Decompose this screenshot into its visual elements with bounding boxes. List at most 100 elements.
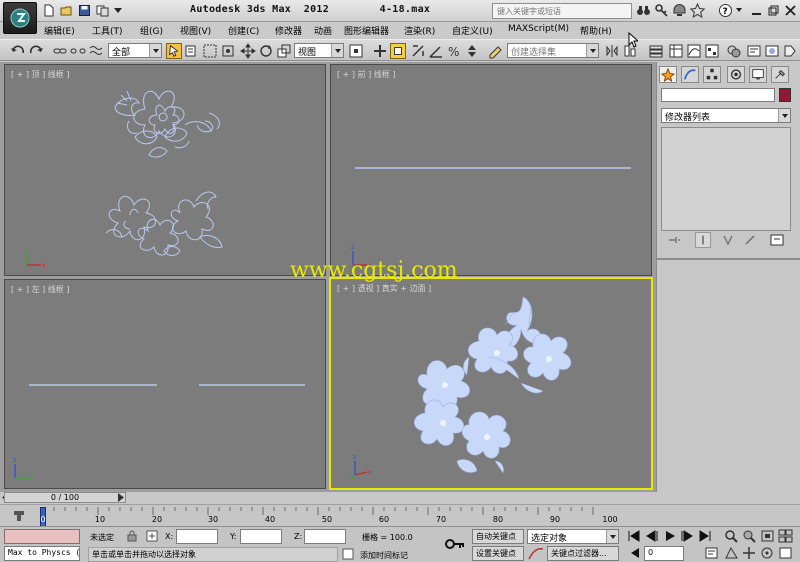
hierarchy-tab-icon[interactable] (703, 66, 721, 83)
object-color-swatch[interactable] (779, 88, 791, 102)
menu-create[interactable]: 创建(C) (228, 24, 259, 37)
go-to-end-icon[interactable] (698, 529, 713, 543)
menu-maxscript[interactable]: MAXScript(M) (508, 24, 569, 34)
pin-stack-icon[interactable] (667, 234, 681, 246)
save-icon[interactable] (78, 4, 91, 17)
layer-manager-icon[interactable] (648, 43, 664, 59)
viewport-top-label[interactable]: [ + ] 顶 ] 线框 ] (11, 69, 69, 80)
field-of-view-icon[interactable] (724, 546, 739, 560)
viewport-front-label[interactable]: [ + ] 前 ] 线框 ] (337, 69, 395, 80)
select-object-icon[interactable] (166, 43, 182, 59)
key-tangent-icon[interactable] (527, 546, 545, 561)
open-mini-curve-editor-icon[interactable] (12, 509, 26, 523)
absolute-mode-icon[interactable] (146, 530, 158, 542)
set-key-icon[interactable] (444, 535, 466, 553)
track-bar[interactable]: 0 10 20 30 40 50 60 70 80 90 100 (0, 504, 800, 527)
menu-customize[interactable]: 自定义(U) (452, 24, 493, 37)
scale-icon[interactable] (276, 43, 292, 59)
percent-snap-icon[interactable]: % (446, 43, 462, 59)
select-and-link-icon[interactable] (52, 43, 68, 59)
edit-named-selection-icon[interactable] (488, 43, 504, 59)
z-coordinate-field[interactable] (304, 529, 346, 544)
key-mode-dropdown[interactable]: 选定对象 (527, 529, 619, 544)
reference-coordinate-dropdown[interactable]: 视图 (294, 43, 344, 58)
flower-render-perspective[interactable] (391, 291, 591, 490)
help-dropdown-icon[interactable] (736, 8, 742, 13)
slider-right-arrow-icon[interactable] (116, 492, 126, 503)
selection-filter-dropdown[interactable]: 全部 (108, 43, 162, 58)
open-folder-icon[interactable] (60, 4, 73, 17)
object-name-field[interactable] (661, 88, 775, 102)
orbit-icon[interactable] (760, 546, 775, 560)
quick-access-dropdown-icon[interactable] (114, 8, 122, 14)
auto-key-button[interactable]: 自动关键点 (472, 529, 524, 544)
move-icon[interactable] (240, 43, 256, 59)
undo-icon[interactable] (10, 43, 26, 59)
menu-tools[interactable]: 工具(T) (92, 24, 123, 37)
y-coordinate-field[interactable] (240, 529, 282, 544)
viewport-left[interactable]: [ + ] 左 ] 线框 ] zy (4, 279, 326, 489)
menu-modifiers[interactable]: 修改器 (275, 24, 302, 37)
play-icon[interactable] (662, 529, 677, 543)
next-frame-icon[interactable] (680, 529, 695, 543)
flower-wireframe-top-b[interactable] (100, 187, 235, 267)
minimize-icon[interactable] (749, 3, 764, 18)
window-crossing-icon[interactable] (220, 43, 236, 59)
restore-icon[interactable] (766, 3, 781, 18)
go-to-start-icon[interactable] (626, 529, 641, 543)
named-selection-set-dropdown[interactable]: 创建选择集 (507, 43, 599, 58)
schematic-view-icon[interactable] (704, 43, 720, 59)
rendered-frame-window-icon[interactable] (764, 43, 780, 59)
configure-modifier-sets-icon[interactable] (769, 233, 785, 247)
key-icon[interactable] (654, 3, 669, 18)
zoom-icon[interactable] (724, 529, 739, 543)
maxscript-listener-mini[interactable] (4, 529, 80, 544)
add-time-tag-button[interactable]: 添加时间标记 (360, 550, 408, 561)
set-key-button[interactable]: 设置关键点 (472, 546, 524, 561)
pan-view-icon[interactable] (742, 546, 757, 560)
spinner-snap-icon[interactable] (464, 43, 480, 59)
maximize-viewport-icon[interactable] (778, 546, 793, 560)
x-coordinate-field[interactable] (176, 529, 218, 544)
flower-wireframe-top-a[interactable] (105, 77, 235, 167)
key-mode-toggle-icon[interactable] (626, 546, 641, 560)
make-unique-icon[interactable] (721, 234, 735, 246)
help-search-input[interactable]: 键入关键字或短语 (492, 3, 632, 19)
redo-icon[interactable] (28, 43, 44, 59)
create-tab-icon[interactable] (659, 66, 677, 83)
menu-graph-editors[interactable]: 图形编辑器 (344, 24, 389, 37)
modifier-stack[interactable] (661, 127, 791, 231)
lock-selection-icon[interactable] (126, 530, 138, 542)
keyboard-shortcut-toggle-icon[interactable] (390, 43, 406, 59)
utilities-tab-icon[interactable] (771, 66, 789, 83)
menu-animation[interactable]: 动画 (314, 24, 332, 37)
time-tag-icon[interactable] (342, 548, 354, 560)
close-icon[interactable] (783, 3, 798, 18)
zoom-extents-icon[interactable] (760, 529, 775, 543)
remove-modifier-icon[interactable] (743, 234, 757, 246)
rectangular-selection-icon[interactable] (202, 43, 218, 59)
project-folder-icon[interactable] (96, 4, 109, 17)
menu-views[interactable]: 视图(V) (180, 24, 211, 37)
viewport-perspective[interactable]: [ + ] 透视 ] 真实 + 边面 ] z x (329, 277, 653, 490)
bind-space-warp-icon[interactable] (88, 43, 104, 59)
time-configuration-icon[interactable] (704, 546, 719, 560)
help-icon[interactable]: ? (718, 3, 733, 18)
favorites-star-icon[interactable] (690, 3, 705, 18)
render-production-icon[interactable] (782, 43, 798, 59)
show-end-result-icon[interactable] (695, 232, 711, 248)
previous-frame-icon[interactable] (644, 529, 659, 543)
viewport-top[interactable]: [ + ] 顶 ] 线框 ] y x (4, 64, 326, 276)
mirror-icon[interactable] (604, 43, 620, 59)
modifier-list-dropdown[interactable]: 修改器列表 (661, 108, 791, 123)
new-file-icon[interactable] (42, 4, 55, 17)
angle-snap-icon[interactable] (428, 43, 444, 59)
curve-editor-icon[interactable] (686, 43, 702, 59)
flower-plane-front[interactable] (355, 165, 631, 171)
zoom-all-icon[interactable] (742, 529, 757, 543)
modify-tab-icon[interactable] (681, 66, 699, 83)
viewport-front[interactable]: [ + ] 前 ] 线框 ] zx (330, 64, 652, 276)
maxscript-output-field[interactable]: Max to Physcs ( (4, 546, 80, 561)
material-editor-icon[interactable] (726, 43, 742, 59)
select-by-name-icon[interactable] (184, 43, 200, 59)
